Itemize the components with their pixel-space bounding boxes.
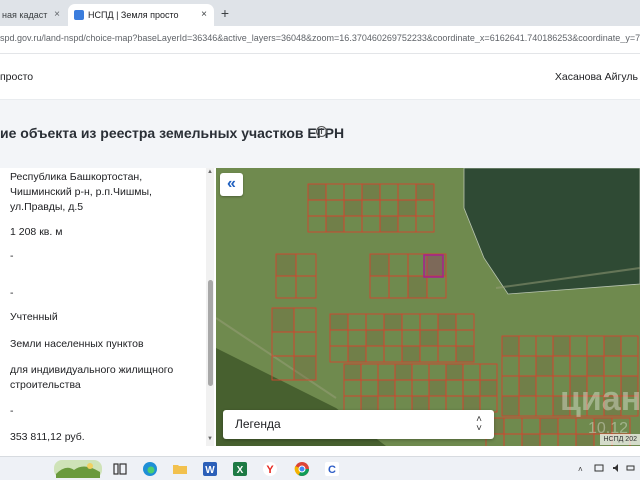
address-bar[interactable]: spd.gov.ru/land-nspd/choice-map?baseLaye… xyxy=(0,26,640,54)
land-parcel[interactable] xyxy=(377,379,396,397)
land-parcel[interactable] xyxy=(521,433,541,446)
tab-label: ная кадаст xyxy=(2,10,48,20)
land-parcel[interactable] xyxy=(343,199,363,217)
word-icon[interactable]: W xyxy=(202,461,218,477)
land-parcel[interactable] xyxy=(397,199,417,217)
permitted-use-line-1: для индивидуального жилищного xyxy=(10,364,174,376)
close-tab-icon[interactable]: × xyxy=(201,4,207,26)
watermark: циан xyxy=(560,380,640,418)
tray-chevron-icon[interactable]: ˄ xyxy=(578,465,583,474)
land-parcel[interactable] xyxy=(415,183,435,201)
browser-tab-strip: ная кадаст × НСПД | Земля просто × + xyxy=(0,0,640,26)
land-parcel[interactable] xyxy=(419,329,439,347)
scroll-up-arrow-icon[interactable]: ▲ xyxy=(207,169,213,175)
land-parcel[interactable] xyxy=(329,313,349,331)
panel-scrollbar-thumb[interactable] xyxy=(208,280,213,386)
svg-text:W: W xyxy=(205,465,215,476)
info-icon[interactable]: i xyxy=(316,126,327,137)
object-details-panel: Республика Башкортостан, Чишминский р-н,… xyxy=(0,168,216,446)
land-parcel[interactable] xyxy=(325,215,345,233)
land-parcel[interactable] xyxy=(293,355,317,381)
land-parcel[interactable] xyxy=(394,363,413,381)
legend-label: Легенда xyxy=(235,417,281,431)
tab-label: НСПД | Земля просто xyxy=(88,10,179,20)
permitted-use-line-2: строительства xyxy=(10,379,81,391)
nspd-favicon-icon xyxy=(74,10,84,20)
land-parcel[interactable] xyxy=(275,253,297,277)
windows-taskbar: W X Y C ˄ xyxy=(0,456,640,480)
land-parcel[interactable] xyxy=(379,215,399,233)
excel-icon[interactable]: X xyxy=(232,461,248,477)
page-title: ие объекта из реестра земельных участков… xyxy=(0,125,345,141)
land-parcel[interactable] xyxy=(365,329,385,347)
land-parcel[interactable] xyxy=(518,375,537,397)
land-parcel[interactable] xyxy=(428,379,447,397)
land-parcel[interactable] xyxy=(501,335,520,357)
land-parcel[interactable] xyxy=(552,335,571,357)
land-parcel[interactable] xyxy=(455,345,475,363)
land-parcel[interactable] xyxy=(479,379,498,397)
app-c-icon[interactable]: C xyxy=(324,461,340,477)
scroll-down-arrow-icon[interactable]: ▼ xyxy=(207,436,213,442)
svg-text:C: C xyxy=(328,464,336,476)
land-parcel[interactable] xyxy=(307,183,327,201)
empty-value: - xyxy=(10,287,14,299)
chrome-icon[interactable] xyxy=(294,461,310,477)
selected-parcel[interactable] xyxy=(423,254,444,278)
land-parcel[interactable] xyxy=(271,307,295,333)
cadastral-value: 353 811,12 руб. xyxy=(10,431,85,443)
land-parcel[interactable] xyxy=(535,355,554,377)
land-category-value: Земли населенных пунктов xyxy=(10,338,144,350)
land-parcel[interactable] xyxy=(383,313,403,331)
land-parcel[interactable] xyxy=(369,253,390,277)
site-brand[interactable]: просто xyxy=(0,71,33,83)
land-parcel[interactable] xyxy=(603,335,622,357)
address-line-2: Чишминский р-н, р.п.Чишмы, xyxy=(10,186,152,198)
yandex-icon[interactable]: Y xyxy=(262,461,278,477)
empty-value: - xyxy=(10,250,14,262)
land-parcel[interactable] xyxy=(501,395,520,417)
land-parcel[interactable] xyxy=(401,345,421,363)
area-value: 1 208 кв. м xyxy=(10,226,63,238)
land-parcel[interactable] xyxy=(445,363,464,381)
title-bar: ие объекта из реестра земельных участков… xyxy=(0,100,640,168)
land-parcel[interactable] xyxy=(347,345,367,363)
land-parcel[interactable] xyxy=(407,275,428,299)
site-header: просто Хасанова Айгуль xyxy=(0,54,640,100)
map-view[interactable]: циан 10.12 xyxy=(216,168,640,446)
tray-speaker-icon[interactable] xyxy=(612,463,622,473)
url-text[interactable]: spd.gov.ru/land-nspd/choice-map?baseLaye… xyxy=(0,33,640,43)
close-tab-icon[interactable]: × xyxy=(54,4,60,26)
land-parcel[interactable] xyxy=(539,417,559,435)
svg-text:Y: Y xyxy=(266,464,274,476)
landscape-thumbnail-icon[interactable] xyxy=(54,460,102,478)
folder-icon[interactable] xyxy=(172,461,188,477)
new-tab-button[interactable]: + xyxy=(218,4,232,22)
chevron-up-down-icon: ˄ ˅ xyxy=(476,414,482,434)
land-parcel[interactable] xyxy=(361,183,381,201)
tray-battery-icon[interactable] xyxy=(626,463,636,473)
address-line-1: Республика Башкортостан, xyxy=(10,171,143,183)
user-name[interactable]: Хасанова Айгуль xyxy=(555,71,638,83)
status-value: Учтенный xyxy=(10,311,58,323)
task-view-icon[interactable] xyxy=(112,461,128,477)
edge-icon[interactable] xyxy=(142,461,158,477)
land-parcel[interactable] xyxy=(343,363,362,381)
tray-network-icon[interactable] xyxy=(594,463,604,473)
land-parcel[interactable] xyxy=(437,313,457,331)
collapse-panel-button[interactable]: « xyxy=(220,173,243,196)
empty-value: - xyxy=(10,405,14,417)
address-line-3: ул.Правды, д.5 xyxy=(10,201,84,213)
browser-tab-nspd[interactable]: НСПД | Земля просто × xyxy=(68,4,214,26)
svg-text:X: X xyxy=(237,465,244,476)
browser-tab-cadastral[interactable]: ная кадаст × xyxy=(0,4,66,26)
legend-dropdown[interactable]: Легенда ˄ ˅ xyxy=(223,410,494,439)
land-parcel[interactable] xyxy=(586,355,605,377)
map-copyright: НСПД 202 xyxy=(600,434,640,445)
